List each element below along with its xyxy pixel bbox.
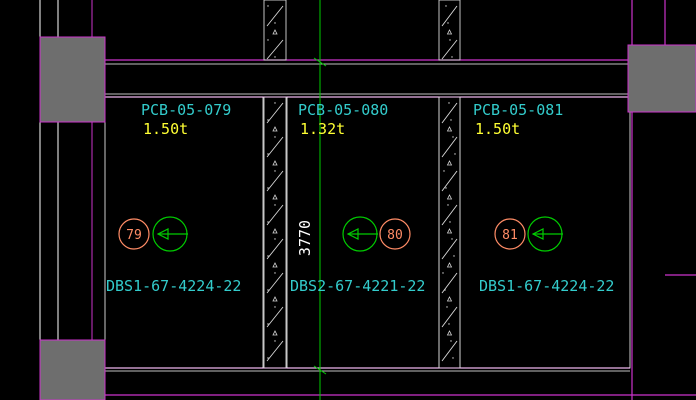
panel-number: 79 — [126, 228, 142, 243]
panel-weight: 1.50t — [143, 120, 188, 138]
panel-code: PCB-05-080 — [298, 101, 388, 119]
dimension-value: 3770 — [296, 220, 314, 256]
panel-number: 81 — [502, 228, 518, 243]
column-top-left — [39, 36, 106, 123]
panel-weight: 1.50t — [475, 120, 520, 138]
column-bottom-left — [39, 339, 106, 400]
panel-number: 80 — [387, 228, 403, 243]
panel-code: PCB-05-081 — [473, 101, 563, 119]
panel-code: PCB-05-079 — [141, 101, 231, 119]
cad-drawing[interactable]: 3770 PCB-05-079 1.50t 79 DBS1-67-4224-22… — [0, 0, 696, 400]
panel-designation: DBS2-67-4221-22 — [290, 277, 425, 295]
panel-weight: 1.32t — [300, 120, 345, 138]
panel-designation: DBS1-67-4224-22 — [106, 277, 241, 295]
panel-designation: DBS1-67-4224-22 — [479, 277, 614, 295]
column-top-right — [627, 44, 696, 113]
